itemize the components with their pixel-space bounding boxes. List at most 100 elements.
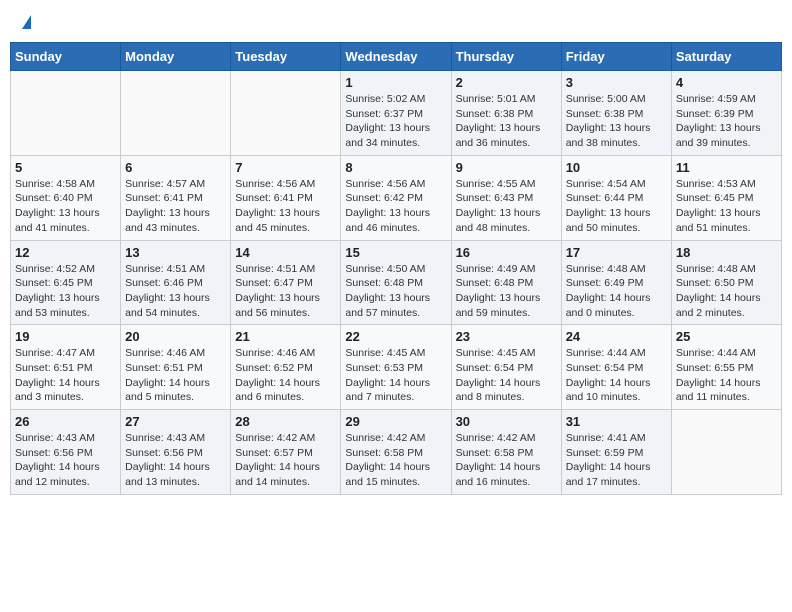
calendar-cell: 3 Sunrise: 5:00 AM Sunset: 6:38 PM Daylig…: [561, 71, 671, 156]
day-number: 7: [235, 160, 336, 175]
day-info: Sunrise: 4:42 AM Sunset: 6:58 PM Dayligh…: [456, 431, 557, 490]
day-info: Sunrise: 5:00 AM Sunset: 6:38 PM Dayligh…: [566, 92, 667, 151]
day-number: 12: [15, 245, 116, 260]
calendar-cell: 6 Sunrise: 4:57 AM Sunset: 6:41 PM Daylig…: [121, 155, 231, 240]
calendar-week-row: 12 Sunrise: 4:52 AM Sunset: 6:45 PM Dayli…: [11, 240, 782, 325]
day-number: 29: [345, 414, 446, 429]
calendar-cell: [231, 71, 341, 156]
day-number: 10: [566, 160, 667, 175]
day-info: Sunrise: 4:48 AM Sunset: 6:50 PM Dayligh…: [676, 262, 777, 321]
day-number: 21: [235, 329, 336, 344]
day-number: 18: [676, 245, 777, 260]
day-number: 28: [235, 414, 336, 429]
day-info: Sunrise: 4:49 AM Sunset: 6:48 PM Dayligh…: [456, 262, 557, 321]
day-info: Sunrise: 4:47 AM Sunset: 6:51 PM Dayligh…: [15, 346, 116, 405]
calendar-cell: 28 Sunrise: 4:42 AM Sunset: 6:57 PM Dayli…: [231, 410, 341, 495]
day-info: Sunrise: 4:55 AM Sunset: 6:43 PM Dayligh…: [456, 177, 557, 236]
day-header-wednesday: Wednesday: [341, 43, 451, 71]
calendar-cell: 29 Sunrise: 4:42 AM Sunset: 6:58 PM Dayli…: [341, 410, 451, 495]
calendar-cell: 31 Sunrise: 4:41 AM Sunset: 6:59 PM Dayli…: [561, 410, 671, 495]
day-info: Sunrise: 4:50 AM Sunset: 6:48 PM Dayligh…: [345, 262, 446, 321]
day-number: 4: [676, 75, 777, 90]
day-number: 25: [676, 329, 777, 344]
calendar-cell: 17 Sunrise: 4:48 AM Sunset: 6:49 PM Dayli…: [561, 240, 671, 325]
day-number: 16: [456, 245, 557, 260]
calendar-cell: [671, 410, 781, 495]
day-info: Sunrise: 4:46 AM Sunset: 6:52 PM Dayligh…: [235, 346, 336, 405]
day-number: 19: [15, 329, 116, 344]
day-info: Sunrise: 5:01 AM Sunset: 6:38 PM Dayligh…: [456, 92, 557, 151]
day-info: Sunrise: 4:58 AM Sunset: 6:40 PM Dayligh…: [15, 177, 116, 236]
page-header: [10, 10, 782, 32]
calendar-cell: 5 Sunrise: 4:58 AM Sunset: 6:40 PM Daylig…: [11, 155, 121, 240]
day-number: 13: [125, 245, 226, 260]
day-number: 3: [566, 75, 667, 90]
calendar-cell: 12 Sunrise: 4:52 AM Sunset: 6:45 PM Dayli…: [11, 240, 121, 325]
day-info: Sunrise: 4:48 AM Sunset: 6:49 PM Dayligh…: [566, 262, 667, 321]
day-info: Sunrise: 4:54 AM Sunset: 6:44 PM Dayligh…: [566, 177, 667, 236]
day-info: Sunrise: 4:43 AM Sunset: 6:56 PM Dayligh…: [125, 431, 226, 490]
day-info: Sunrise: 4:45 AM Sunset: 6:54 PM Dayligh…: [456, 346, 557, 405]
calendar-cell: 11 Sunrise: 4:53 AM Sunset: 6:45 PM Dayli…: [671, 155, 781, 240]
day-info: Sunrise: 4:44 AM Sunset: 6:55 PM Dayligh…: [676, 346, 777, 405]
day-info: Sunrise: 4:53 AM Sunset: 6:45 PM Dayligh…: [676, 177, 777, 236]
calendar-cell: 26Sunrise: 4:43 AM Sunset: 6:56 PM Dayli…: [11, 410, 121, 495]
day-number: 5: [15, 160, 116, 175]
calendar-table: SundayMondayTuesdayWednesdayThursdayFrid…: [10, 42, 782, 495]
day-info: Sunrise: 4:57 AM Sunset: 6:41 PM Dayligh…: [125, 177, 226, 236]
calendar-cell: 9Sunrise: 4:55 AM Sunset: 6:43 PM Daylig…: [451, 155, 561, 240]
calendar-cell: 7 Sunrise: 4:56 AM Sunset: 6:41 PM Daylig…: [231, 155, 341, 240]
day-header-monday: Monday: [121, 43, 231, 71]
calendar-cell: 8 Sunrise: 4:56 AM Sunset: 6:42 PM Daylig…: [341, 155, 451, 240]
calendar-cell: 15 Sunrise: 4:50 AM Sunset: 6:48 PM Dayli…: [341, 240, 451, 325]
day-number: 27: [125, 414, 226, 429]
calendar-cell: 16 Sunrise: 4:49 AM Sunset: 6:48 PM Dayli…: [451, 240, 561, 325]
day-number: 2: [456, 75, 557, 90]
calendar-cell: 30 Sunrise: 4:42 AM Sunset: 6:58 PM Dayli…: [451, 410, 561, 495]
day-info: Sunrise: 4:44 AM Sunset: 6:54 PM Dayligh…: [566, 346, 667, 405]
day-info: Sunrise: 5:02 AM Sunset: 6:37 PM Dayligh…: [345, 92, 446, 151]
day-info: Sunrise: 4:45 AM Sunset: 6:53 PM Dayligh…: [345, 346, 446, 405]
calendar-cell: 19 Sunrise: 4:47 AM Sunset: 6:51 PM Dayli…: [11, 325, 121, 410]
day-number: 30: [456, 414, 557, 429]
day-header-thursday: Thursday: [451, 43, 561, 71]
day-number: 15: [345, 245, 446, 260]
day-number: 6: [125, 160, 226, 175]
calendar-cell: 18 Sunrise: 4:48 AM Sunset: 6:50 PM Dayli…: [671, 240, 781, 325]
day-info: Sunrise: 4:56 AM Sunset: 6:41 PM Dayligh…: [235, 177, 336, 236]
day-info: Sunrise: 4:46 AM Sunset: 6:51 PM Dayligh…: [125, 346, 226, 405]
day-header-tuesday: Tuesday: [231, 43, 341, 71]
day-number: 20: [125, 329, 226, 344]
calendar-cell: [11, 71, 121, 156]
day-header-sunday: Sunday: [11, 43, 121, 71]
calendar-cell: 27 Sunrise: 4:43 AM Sunset: 6:56 PM Dayli…: [121, 410, 231, 495]
logo-triangle-icon: [22, 15, 31, 29]
day-info: Sunrise: 4:51 AM Sunset: 6:47 PM Dayligh…: [235, 262, 336, 321]
day-number: 8: [345, 160, 446, 175]
calendar-week-row: 26Sunrise: 4:43 AM Sunset: 6:56 PM Dayli…: [11, 410, 782, 495]
calendar-cell: 14Sunrise: 4:51 AM Sunset: 6:47 PM Dayli…: [231, 240, 341, 325]
day-number: 17: [566, 245, 667, 260]
day-number: 23: [456, 329, 557, 344]
day-info: Sunrise: 4:42 AM Sunset: 6:58 PM Dayligh…: [345, 431, 446, 490]
day-number: 1: [345, 75, 446, 90]
day-info: Sunrise: 4:56 AM Sunset: 6:42 PM Dayligh…: [345, 177, 446, 236]
calendar-week-row: 5 Sunrise: 4:58 AM Sunset: 6:40 PM Daylig…: [11, 155, 782, 240]
calendar-cell: 4Sunrise: 4:59 AM Sunset: 6:39 PM Daylig…: [671, 71, 781, 156]
day-number: 31: [566, 414, 667, 429]
day-header-saturday: Saturday: [671, 43, 781, 71]
day-info: Sunrise: 4:52 AM Sunset: 6:45 PM Dayligh…: [15, 262, 116, 321]
calendar-cell: 23 Sunrise: 4:45 AM Sunset: 6:54 PM Dayli…: [451, 325, 561, 410]
calendar-cell: 2 Sunrise: 5:01 AM Sunset: 6:38 PM Daylig…: [451, 71, 561, 156]
day-header-friday: Friday: [561, 43, 671, 71]
calendar-cell: 24Sunrise: 4:44 AM Sunset: 6:54 PM Dayli…: [561, 325, 671, 410]
day-info: Sunrise: 4:41 AM Sunset: 6:59 PM Dayligh…: [566, 431, 667, 490]
calendar-cell: [121, 71, 231, 156]
day-info: Sunrise: 4:42 AM Sunset: 6:57 PM Dayligh…: [235, 431, 336, 490]
calendar-cell: 25 Sunrise: 4:44 AM Sunset: 6:55 PM Dayli…: [671, 325, 781, 410]
day-number: 11: [676, 160, 777, 175]
calendar-cell: 13Sunrise: 4:51 AM Sunset: 6:46 PM Dayli…: [121, 240, 231, 325]
day-number: 22: [345, 329, 446, 344]
calendar-cell: 10 Sunrise: 4:54 AM Sunset: 6:44 PM Dayli…: [561, 155, 671, 240]
day-info: Sunrise: 4:43 AM Sunset: 6:56 PM Dayligh…: [15, 431, 116, 490]
